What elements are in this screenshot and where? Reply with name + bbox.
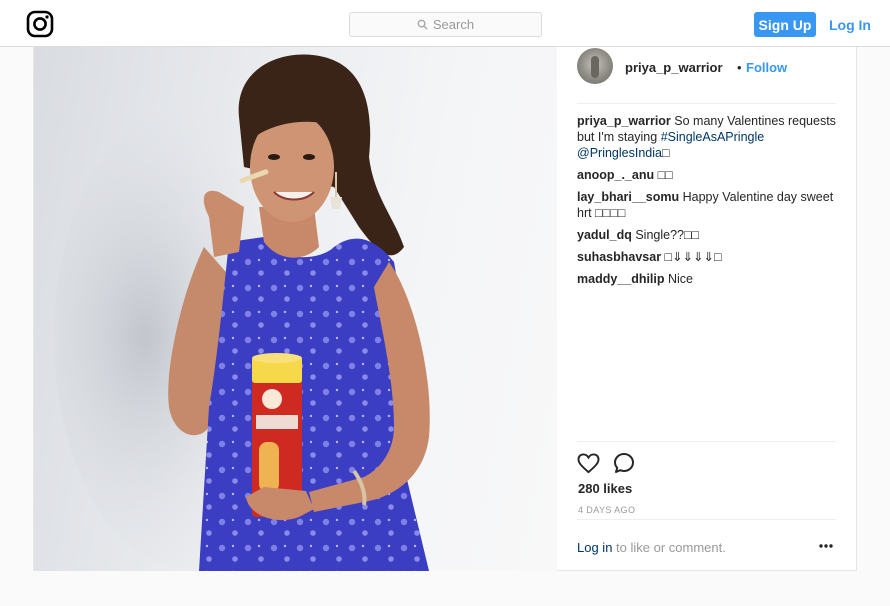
post-actions: 280 likes 4 DAYS AGO xyxy=(577,441,836,520)
post-timestamp[interactable]: 4 DAYS AGO xyxy=(578,505,635,515)
post-header: priya_p_warrior • Follow xyxy=(577,47,836,104)
log-in-link[interactable]: Log In xyxy=(829,12,871,37)
list-item: yadul_dq Single??□□ xyxy=(577,227,836,243)
list-item: anoop_._anu □□ xyxy=(577,167,836,183)
search-input[interactable]: Search xyxy=(349,12,542,37)
likes-count[interactable]: 280 likes xyxy=(578,481,632,496)
post-card: priya_p_warrior • Follow priya_p_warrior… xyxy=(33,47,857,571)
comment-username[interactable]: anoop_._anu xyxy=(577,168,654,182)
comment-username[interactable]: yadul_dq xyxy=(577,228,632,242)
add-comment-section: Log in to like or comment. xyxy=(577,519,836,572)
comment-icon[interactable] xyxy=(613,452,635,474)
caption-hashtag[interactable]: #SingleAsAPringle xyxy=(661,130,765,144)
list-item: suhasbhavsar □⇓⇓⇓⇓□ xyxy=(577,249,836,265)
ellipsis-icon[interactable] xyxy=(819,544,833,548)
follow-button[interactable]: Follow xyxy=(746,60,787,75)
comment-text: Nice xyxy=(664,272,694,286)
heart-icon[interactable] xyxy=(577,453,600,474)
caption-username[interactable]: priya_p_warrior xyxy=(577,114,671,128)
post-sidebar: priya_p_warrior • Follow priya_p_warrior… xyxy=(557,47,858,571)
list-item: lay_bhari__somu Happy Valentine day swee… xyxy=(577,189,836,221)
comment-username[interactable]: lay_bhari__somu xyxy=(577,190,679,204)
header-separator: • xyxy=(737,60,742,75)
sign-up-button[interactable]: Sign Up xyxy=(754,12,816,37)
search-icon xyxy=(417,19,428,30)
caption-emoji: □ xyxy=(661,146,670,160)
comment-username[interactable]: maddy__dhilip xyxy=(577,272,665,286)
caption: priya_p_warrior So many Valentines reque… xyxy=(577,113,836,161)
login-prompt-suffix: to like or comment. xyxy=(612,540,726,555)
woman-with-chips-photo xyxy=(54,54,430,571)
caption-mention[interactable]: @PringlesIndia xyxy=(577,146,662,160)
comment-text: Single??□□ xyxy=(631,228,700,242)
post-photo[interactable] xyxy=(34,47,557,571)
avatar[interactable] xyxy=(577,48,613,84)
search-placeholder: Search xyxy=(432,17,475,32)
post-username[interactable]: priya_p_warrior xyxy=(625,60,723,75)
login-prompt: Log in to like or comment. xyxy=(577,540,726,555)
top-navigation: Search Sign Up Log In xyxy=(0,0,890,47)
comment-text: □⇓⇓⇓⇓□ xyxy=(661,250,722,264)
list-item: maddy__dhilip Nice xyxy=(577,271,836,287)
instagram-logo-icon[interactable] xyxy=(26,10,54,38)
comments-list: priya_p_warrior So many Valentines reque… xyxy=(577,113,836,293)
comment-username[interactable]: suhasbhavsar xyxy=(577,250,661,264)
log-in-link[interactable]: Log in xyxy=(577,540,612,555)
comment-text: □□ xyxy=(654,168,673,182)
